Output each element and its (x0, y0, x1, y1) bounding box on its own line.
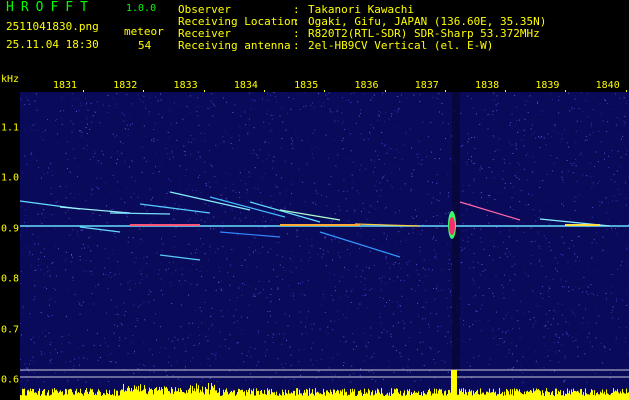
antenna-separator: : (293, 39, 300, 52)
image-filename: 2511041830.png (6, 20, 99, 33)
spectrogram-plot (20, 92, 629, 400)
app-name: HROFFT (6, 0, 95, 15)
time-tick-label: 1831 (52, 80, 78, 91)
frequency-tick-label: 0.8 (1, 273, 20, 285)
time-tick-label: 1834 (233, 80, 258, 91)
time-tick-label: 1833 (173, 80, 198, 91)
time-tick-label: 1836 (354, 80, 379, 91)
time-tick-label: 1839 (535, 80, 560, 91)
antenna-value: 2el-HB9CV Vertical (el. E-W) (308, 39, 494, 52)
header-panel: HROFFT 1.0.0 2511041830.png 25.11.04 18:… (0, 0, 629, 72)
frequency-tick-label: 1.1 (1, 122, 20, 134)
frequency-tick-label: 0.9 (1, 223, 20, 235)
time-tick-label: 1832 (113, 80, 138, 91)
time-axis: 1831 1832 1833 1834 1835 1836 1837 1838 1839 1840 (20, 72, 629, 94)
meteor-burst-core (449, 217, 455, 235)
frequency-axis: 1.1 1.0 0.9 0.8 0.7 0.6 (0, 92, 20, 400)
frequency-tick-label: 0.6 (1, 374, 20, 386)
frequency-tick-label: 0.7 (1, 324, 20, 336)
time-tick-label: 1835 (294, 80, 319, 91)
frequency-tick-label: 1.0 (1, 172, 20, 184)
frequency-unit-label: kHz (1, 74, 20, 85)
noise-background (20, 92, 629, 400)
time-tick-label: 1837 (414, 80, 439, 91)
app-version: 1.0.0 (126, 3, 157, 14)
detection-type-label: meteor (124, 25, 164, 38)
spectrogram-canvas (20, 92, 629, 400)
time-tick-label: 1838 (475, 80, 500, 91)
capture-timestamp: 25.11.04 18:30 (6, 38, 99, 51)
time-tick-label: 1840 (595, 80, 620, 91)
antenna-label: Receiving antenna (178, 39, 291, 52)
meteor-count: 54 (138, 39, 152, 52)
